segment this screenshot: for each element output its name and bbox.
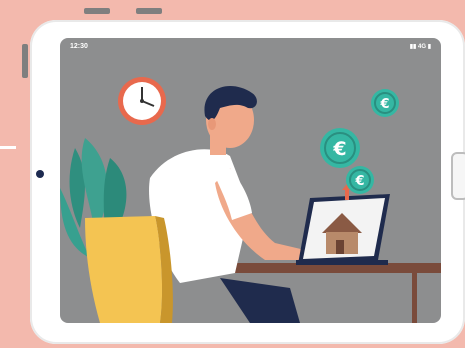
euro-symbol: € <box>354 174 364 189</box>
euro-coin-icon: € <box>320 128 360 168</box>
tablet-side-button <box>22 44 28 78</box>
tablet-screen: 12:30 ▮▮ 4G ▮ € € € <box>60 38 441 323</box>
front-camera <box>36 170 44 178</box>
background-line <box>0 146 16 149</box>
work-from-home-illustration: € € € <box>60 77 441 323</box>
tablet-top-button-right <box>136 8 162 14</box>
euro-symbol: € <box>332 138 346 160</box>
wall-clock-icon <box>118 77 166 125</box>
chair-icon <box>85 216 173 323</box>
tablet-top-button-left <box>84 8 110 14</box>
euro-symbol: € <box>379 97 389 112</box>
euro-coin-icon: € <box>371 89 399 117</box>
person-icon <box>149 86 319 283</box>
laptop-icon <box>296 184 390 265</box>
euro-coin-icon: € <box>346 166 374 194</box>
home-button <box>451 152 465 200</box>
